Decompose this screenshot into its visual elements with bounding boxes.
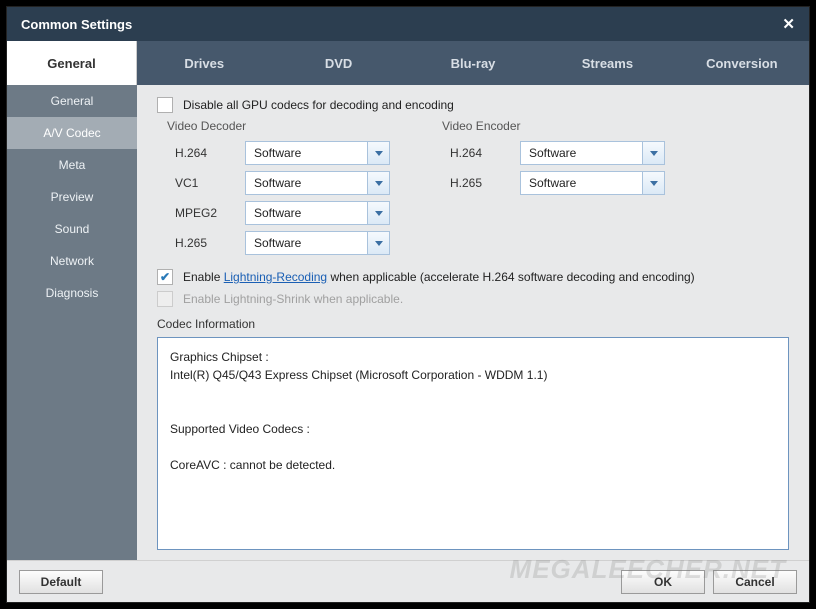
sidebar-item-avcodec[interactable]: A/V Codec [7, 117, 137, 149]
chevron-down-icon [642, 142, 664, 164]
settings-window: Common Settings ✕ General Drives DVD Blu… [6, 6, 810, 603]
content: Disable all GPU codecs for decoding and … [137, 85, 809, 560]
decoder-vc1-row: VC1 Software [175, 171, 390, 195]
tab-bluray[interactable]: Blu-ray [406, 41, 540, 85]
decoder-h265-value: Software [254, 236, 301, 250]
codec-info-line: CoreAVC : cannot be detected. [170, 456, 776, 474]
encoder-h264-select[interactable]: Software [520, 141, 665, 165]
decoder-vc1-value: Software [254, 176, 301, 190]
disable-gpu-label: Disable all GPU codecs for decoding and … [183, 98, 454, 112]
codec-info-line: Supported Video Codecs : [170, 420, 776, 438]
cancel-button[interactable]: Cancel [713, 570, 797, 594]
encoder-h265-label: H.265 [450, 176, 520, 190]
top-row: General Drives DVD Blu-ray Streams Conve… [7, 41, 809, 85]
codec-info-line: Intel(R) Q45/Q43 Express Chipset (Micros… [170, 366, 776, 384]
codec-info-box: Graphics Chipset : Intel(R) Q45/Q43 Expr… [157, 337, 789, 550]
encoder-h265-value: Software [529, 176, 576, 190]
chevron-down-icon [367, 202, 389, 224]
encoder-header: Video Encoder [442, 119, 665, 133]
lightning-recoding-row: Enable Lightning-Recoding when applicabl… [157, 269, 789, 285]
lightning-shrink-label: Enable Lightning-Shrink when applicable. [183, 292, 403, 306]
encoder-column: Video Encoder H.264 Software H.265 Soft [450, 119, 665, 261]
lightning-recoding-label: Enable Lightning-Recoding when applicabl… [183, 270, 695, 284]
decoder-h264-select[interactable]: Software [245, 141, 390, 165]
main: General A/V Codec Meta Preview Sound Net… [7, 85, 809, 560]
lightning-shrink-row: Enable Lightning-Shrink when applicable. [157, 291, 789, 307]
decoder-h265-row: H.265 Software [175, 231, 390, 255]
default-button[interactable]: Default [19, 570, 103, 594]
sidebar-item-general[interactable]: General [7, 85, 137, 117]
disable-gpu-row: Disable all GPU codecs for decoding and … [157, 97, 789, 113]
codec-info-label: Codec Information [157, 317, 789, 331]
sidebar-item-sound[interactable]: Sound [7, 213, 137, 245]
decoder-vc1-label: VC1 [175, 176, 245, 190]
lightning-shrink-checkbox [157, 291, 173, 307]
decoder-header: Video Decoder [167, 119, 390, 133]
decoder-h265-select[interactable]: Software [245, 231, 390, 255]
encoder-h264-row: H.264 Software [450, 141, 665, 165]
decoder-h264-row: H.264 Software [175, 141, 390, 165]
decoder-mpeg2-label: MPEG2 [175, 206, 245, 220]
sidebar-item-network[interactable]: Network [7, 245, 137, 277]
footer: Default OK Cancel [7, 560, 809, 602]
sidebar: General A/V Codec Meta Preview Sound Net… [7, 85, 137, 560]
tab-drives[interactable]: Drives [137, 41, 271, 85]
body: General Drives DVD Blu-ray Streams Conve… [7, 41, 809, 602]
titlebar: Common Settings ✕ [7, 7, 809, 41]
tab-dvd[interactable]: DVD [271, 41, 405, 85]
decoder-mpeg2-value: Software [254, 206, 301, 220]
decoder-h264-label: H.264 [175, 146, 245, 160]
tab-conversion[interactable]: Conversion [675, 41, 809, 85]
tabs: Drives DVD Blu-ray Streams Conversion [137, 41, 809, 85]
chevron-down-icon [367, 232, 389, 254]
ok-button[interactable]: OK [621, 570, 705, 594]
chevron-down-icon [367, 142, 389, 164]
sidebar-item-preview[interactable]: Preview [7, 181, 137, 213]
codec-info-line: Graphics Chipset : [170, 348, 776, 366]
main-tab-general[interactable]: General [7, 41, 137, 85]
encoder-h265-select[interactable]: Software [520, 171, 665, 195]
disable-gpu-checkbox[interactable] [157, 97, 173, 113]
sidebar-item-diagnosis[interactable]: Diagnosis [7, 277, 137, 309]
decoder-h265-label: H.265 [175, 236, 245, 250]
lightning-recoding-checkbox[interactable] [157, 269, 173, 285]
chevron-down-icon [642, 172, 664, 194]
decoder-vc1-select[interactable]: Software [245, 171, 390, 195]
decoder-mpeg2-row: MPEG2 Software [175, 201, 390, 225]
footer-right: OK Cancel [621, 570, 797, 594]
decoder-column: Video Decoder H.264 Software VC1 Softwa [175, 119, 390, 261]
tab-streams[interactable]: Streams [540, 41, 674, 85]
decoder-h264-value: Software [254, 146, 301, 160]
window-title: Common Settings [21, 17, 132, 32]
decoder-mpeg2-select[interactable]: Software [245, 201, 390, 225]
encoder-h264-label: H.264 [450, 146, 520, 160]
sidebar-item-meta[interactable]: Meta [7, 149, 137, 181]
lightning-recoding-link[interactable]: Lightning-Recoding [224, 270, 327, 284]
codec-columns: Video Decoder H.264 Software VC1 Softwa [175, 119, 789, 261]
chevron-down-icon [367, 172, 389, 194]
encoder-h264-value: Software [529, 146, 576, 160]
encoder-h265-row: H.265 Software [450, 171, 665, 195]
close-icon[interactable]: ✕ [782, 15, 795, 33]
